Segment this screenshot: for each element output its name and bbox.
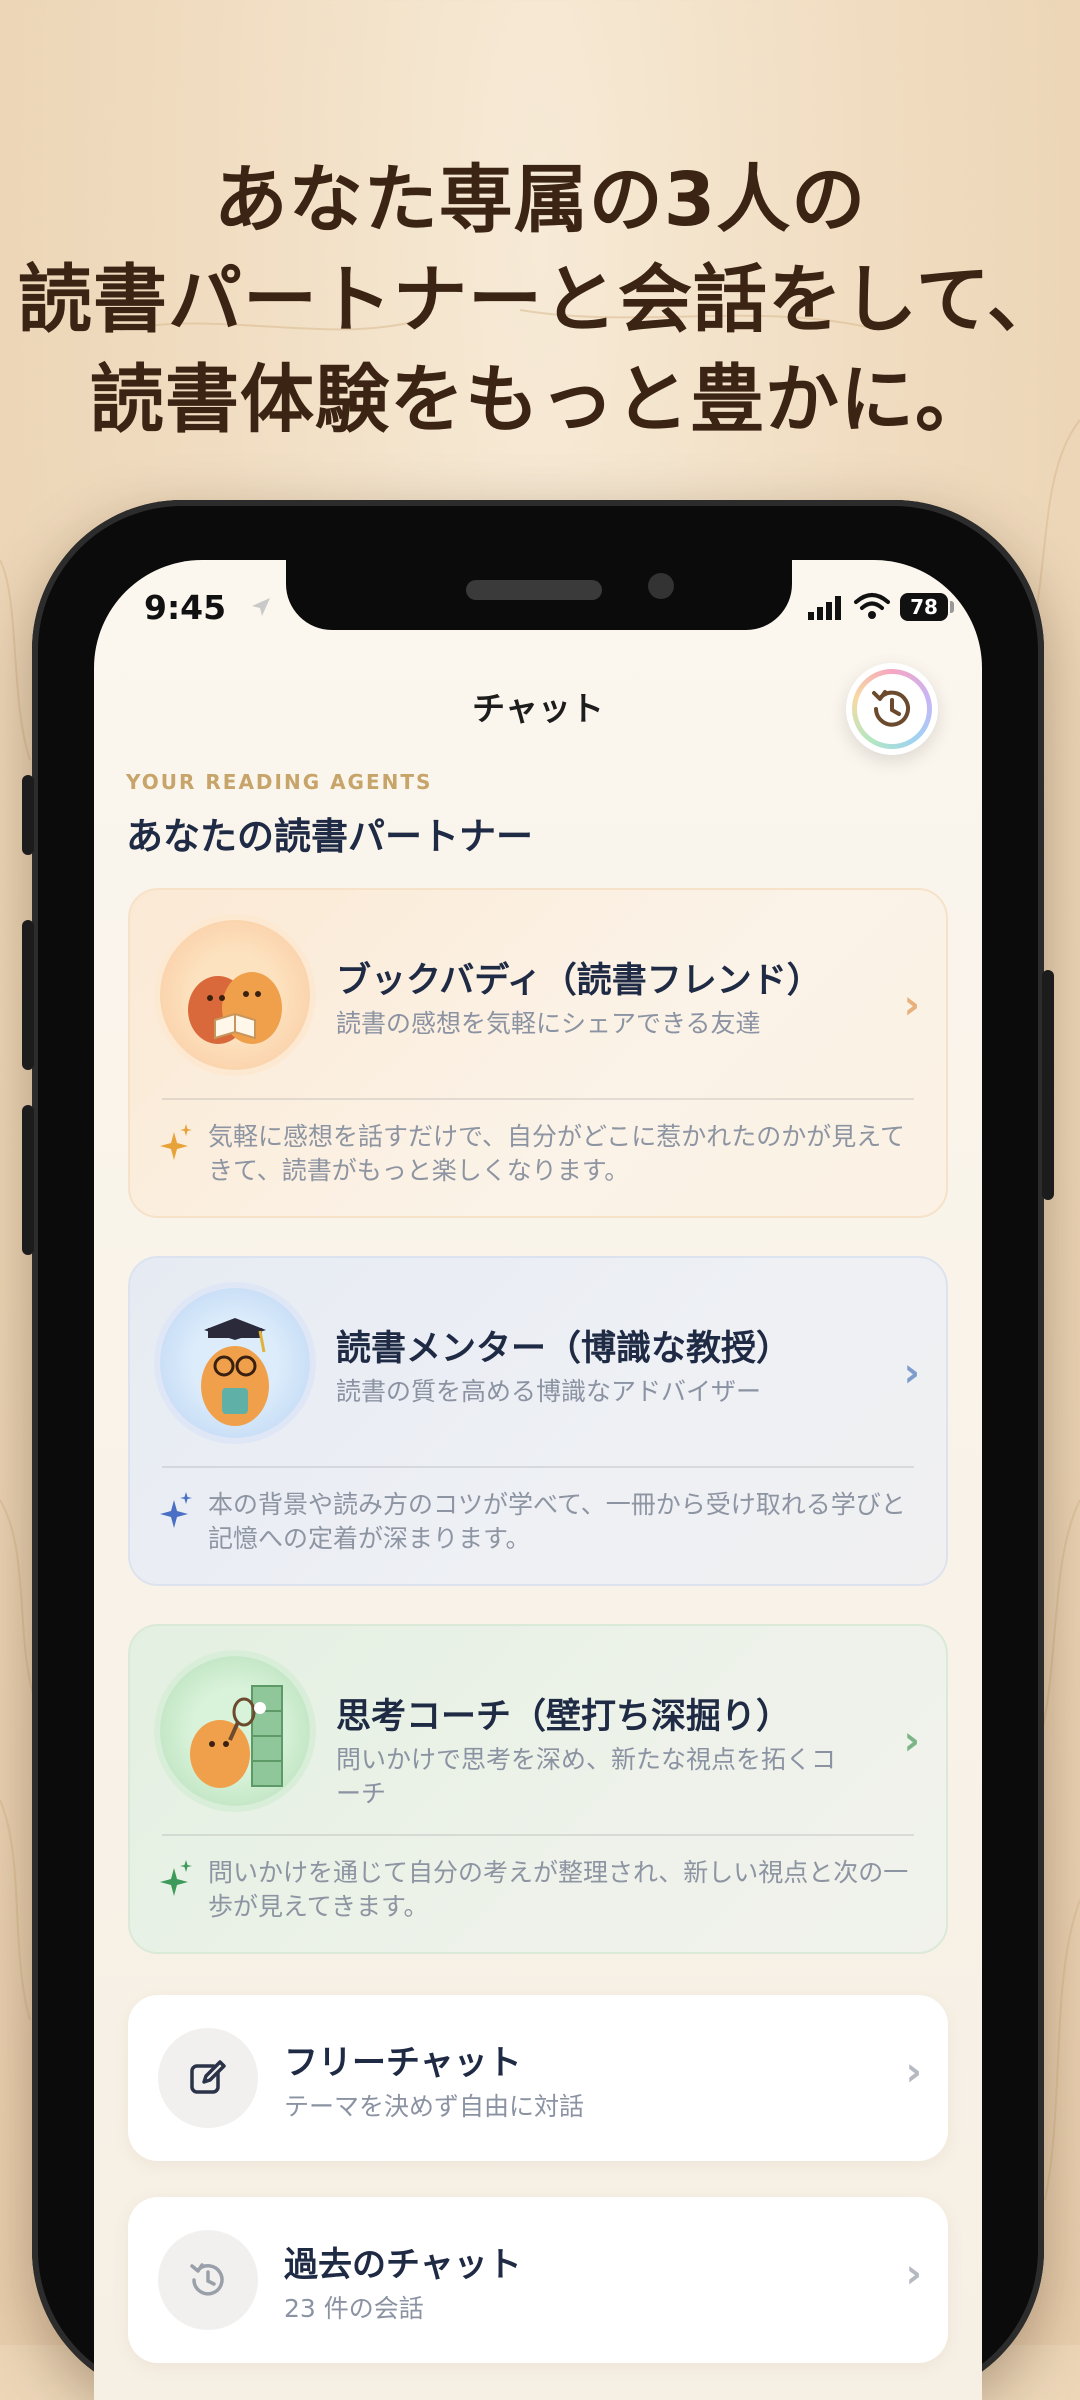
agent-card-book-buddy[interactable]: ブックバディ（読書フレンド） 読書の感想を気軽にシェアできる友達 › 気軽に感想… <box>128 888 948 1218</box>
chevron-right-icon: › <box>903 1718 920 1764</box>
sparkle-icon <box>160 1124 192 1160</box>
history-icon <box>190 2263 224 2296</box>
wifi-icon <box>854 593 890 619</box>
side-button-left-top <box>22 775 34 855</box>
camera <box>648 573 674 599</box>
agent-subtitle: 読書の質を高める博識なアドバイザー <box>336 1377 762 1406</box>
promo-headline: あなた専属の3人の 読書パートナーと会話をして、 読書体験をもっと豊かに。 <box>0 150 1080 450</box>
free-chat-row[interactable]: フリーチャット テーマを決めず自由に対話 › <box>128 1995 948 2161</box>
agent-description: 本の背景や読み方のコツが学べて、一冊から受け取れる学びと記憶への定着が深まります… <box>208 1490 906 1553</box>
reading-mentor-illustration <box>201 1318 269 1426</box>
reading-mentor-avatar <box>160 1288 310 1438</box>
book-buddy-illustration <box>188 972 282 1044</box>
agent-title: 読書メンター（博識な教授） <box>336 1329 792 1369</box>
past-chat-row[interactable]: 過去のチャット 23 件の会話 › <box>128 2197 948 2363</box>
agent-subtitle: 問いかけで思考を深め、新たな視点を拓くコーチ <box>336 1745 837 1808</box>
app-screen: 9:45 78 チャット YOUR READING AGENTS あなたの読書パ… <box>94 560 982 2400</box>
book-buddy-avatar <box>160 920 310 1070</box>
free-chat-title: フリーチャット <box>284 2043 522 2083</box>
sparkle-icon <box>160 1860 192 1896</box>
battery-tip <box>950 601 954 613</box>
history-button[interactable] <box>846 663 938 755</box>
agent-title: 思考コーチ（壁打ち深掘り） <box>336 1697 792 1737</box>
headline-line-1: あなた専属の3人の <box>213 157 867 243</box>
chevron-right-icon: › <box>903 1350 920 1396</box>
card-divider <box>162 1466 914 1468</box>
speaker <box>466 580 602 600</box>
agent-card-reading-mentor[interactable]: 読書メンター（博識な教授） 読書の質を高める博識なアドバイザー › 本の背景や読… <box>128 1256 948 1586</box>
agent-description: 問いかけを通じて自分の考えが整理され、新しい視点と次の一歩が見えてきます。 <box>208 1858 909 1921</box>
agent-title: ブックバディ（読書フレンド） <box>336 961 822 1001</box>
thinking-coach-illustration <box>190 1685 283 1788</box>
agent-description: 気軽に感想を話すだけで、自分がどこに惹かれたのかが見えてきて、読書がもっと楽しく… <box>208 1122 906 1185</box>
chevron-right-icon: › <box>905 2251 922 2297</box>
phone-frame: 9:45 78 チャット YOUR READING AGENTS あなたの読書パ… <box>22 500 1054 2400</box>
side-button-left-bottom <box>22 1105 34 1255</box>
past-chat-title: 過去のチャット <box>284 2245 522 2285</box>
card-divider <box>162 1834 914 1836</box>
chevron-right-icon: › <box>903 982 920 1028</box>
cellular-signal-icon <box>808 596 841 620</box>
agent-card-thinking-coach[interactable]: 思考コーチ（壁打ち深掘り） 問いかけで思考を深め、新たな視点を拓くコーチ › 問… <box>128 1624 948 1954</box>
headline-line-2: 読書パートナーと会話をして、 <box>17 257 1063 343</box>
sparkle-icon <box>160 1492 192 1528</box>
status-time: 9:45 <box>144 588 227 627</box>
section-title: あなたの読書パートナー <box>126 815 533 858</box>
headline-line-3: 読書体験をもっと豊かに。 <box>90 357 990 443</box>
compose-icon <box>190 2060 226 2094</box>
free-chat-icon-wrap <box>158 2028 258 2128</box>
free-chat-subtitle: テーマを決めず自由に対話 <box>284 2092 585 2121</box>
side-button-right <box>1042 970 1054 1200</box>
past-chat-subtitle: 23 件の会話 <box>284 2294 424 2323</box>
section-eyebrow: YOUR READING AGENTS <box>126 770 433 794</box>
location-arrow-icon <box>252 598 270 616</box>
notch <box>286 560 792 630</box>
battery-indicator: 78 <box>900 593 948 621</box>
chevron-right-icon: › <box>905 2049 922 2095</box>
side-button-left-mid <box>22 920 34 1070</box>
card-divider <box>162 1098 914 1100</box>
past-chat-icon-wrap <box>158 2230 258 2330</box>
agent-subtitle: 読書の感想を気軽にシェアできる友達 <box>336 1009 761 1038</box>
thinking-coach-avatar <box>160 1656 310 1806</box>
history-icon <box>872 690 910 727</box>
